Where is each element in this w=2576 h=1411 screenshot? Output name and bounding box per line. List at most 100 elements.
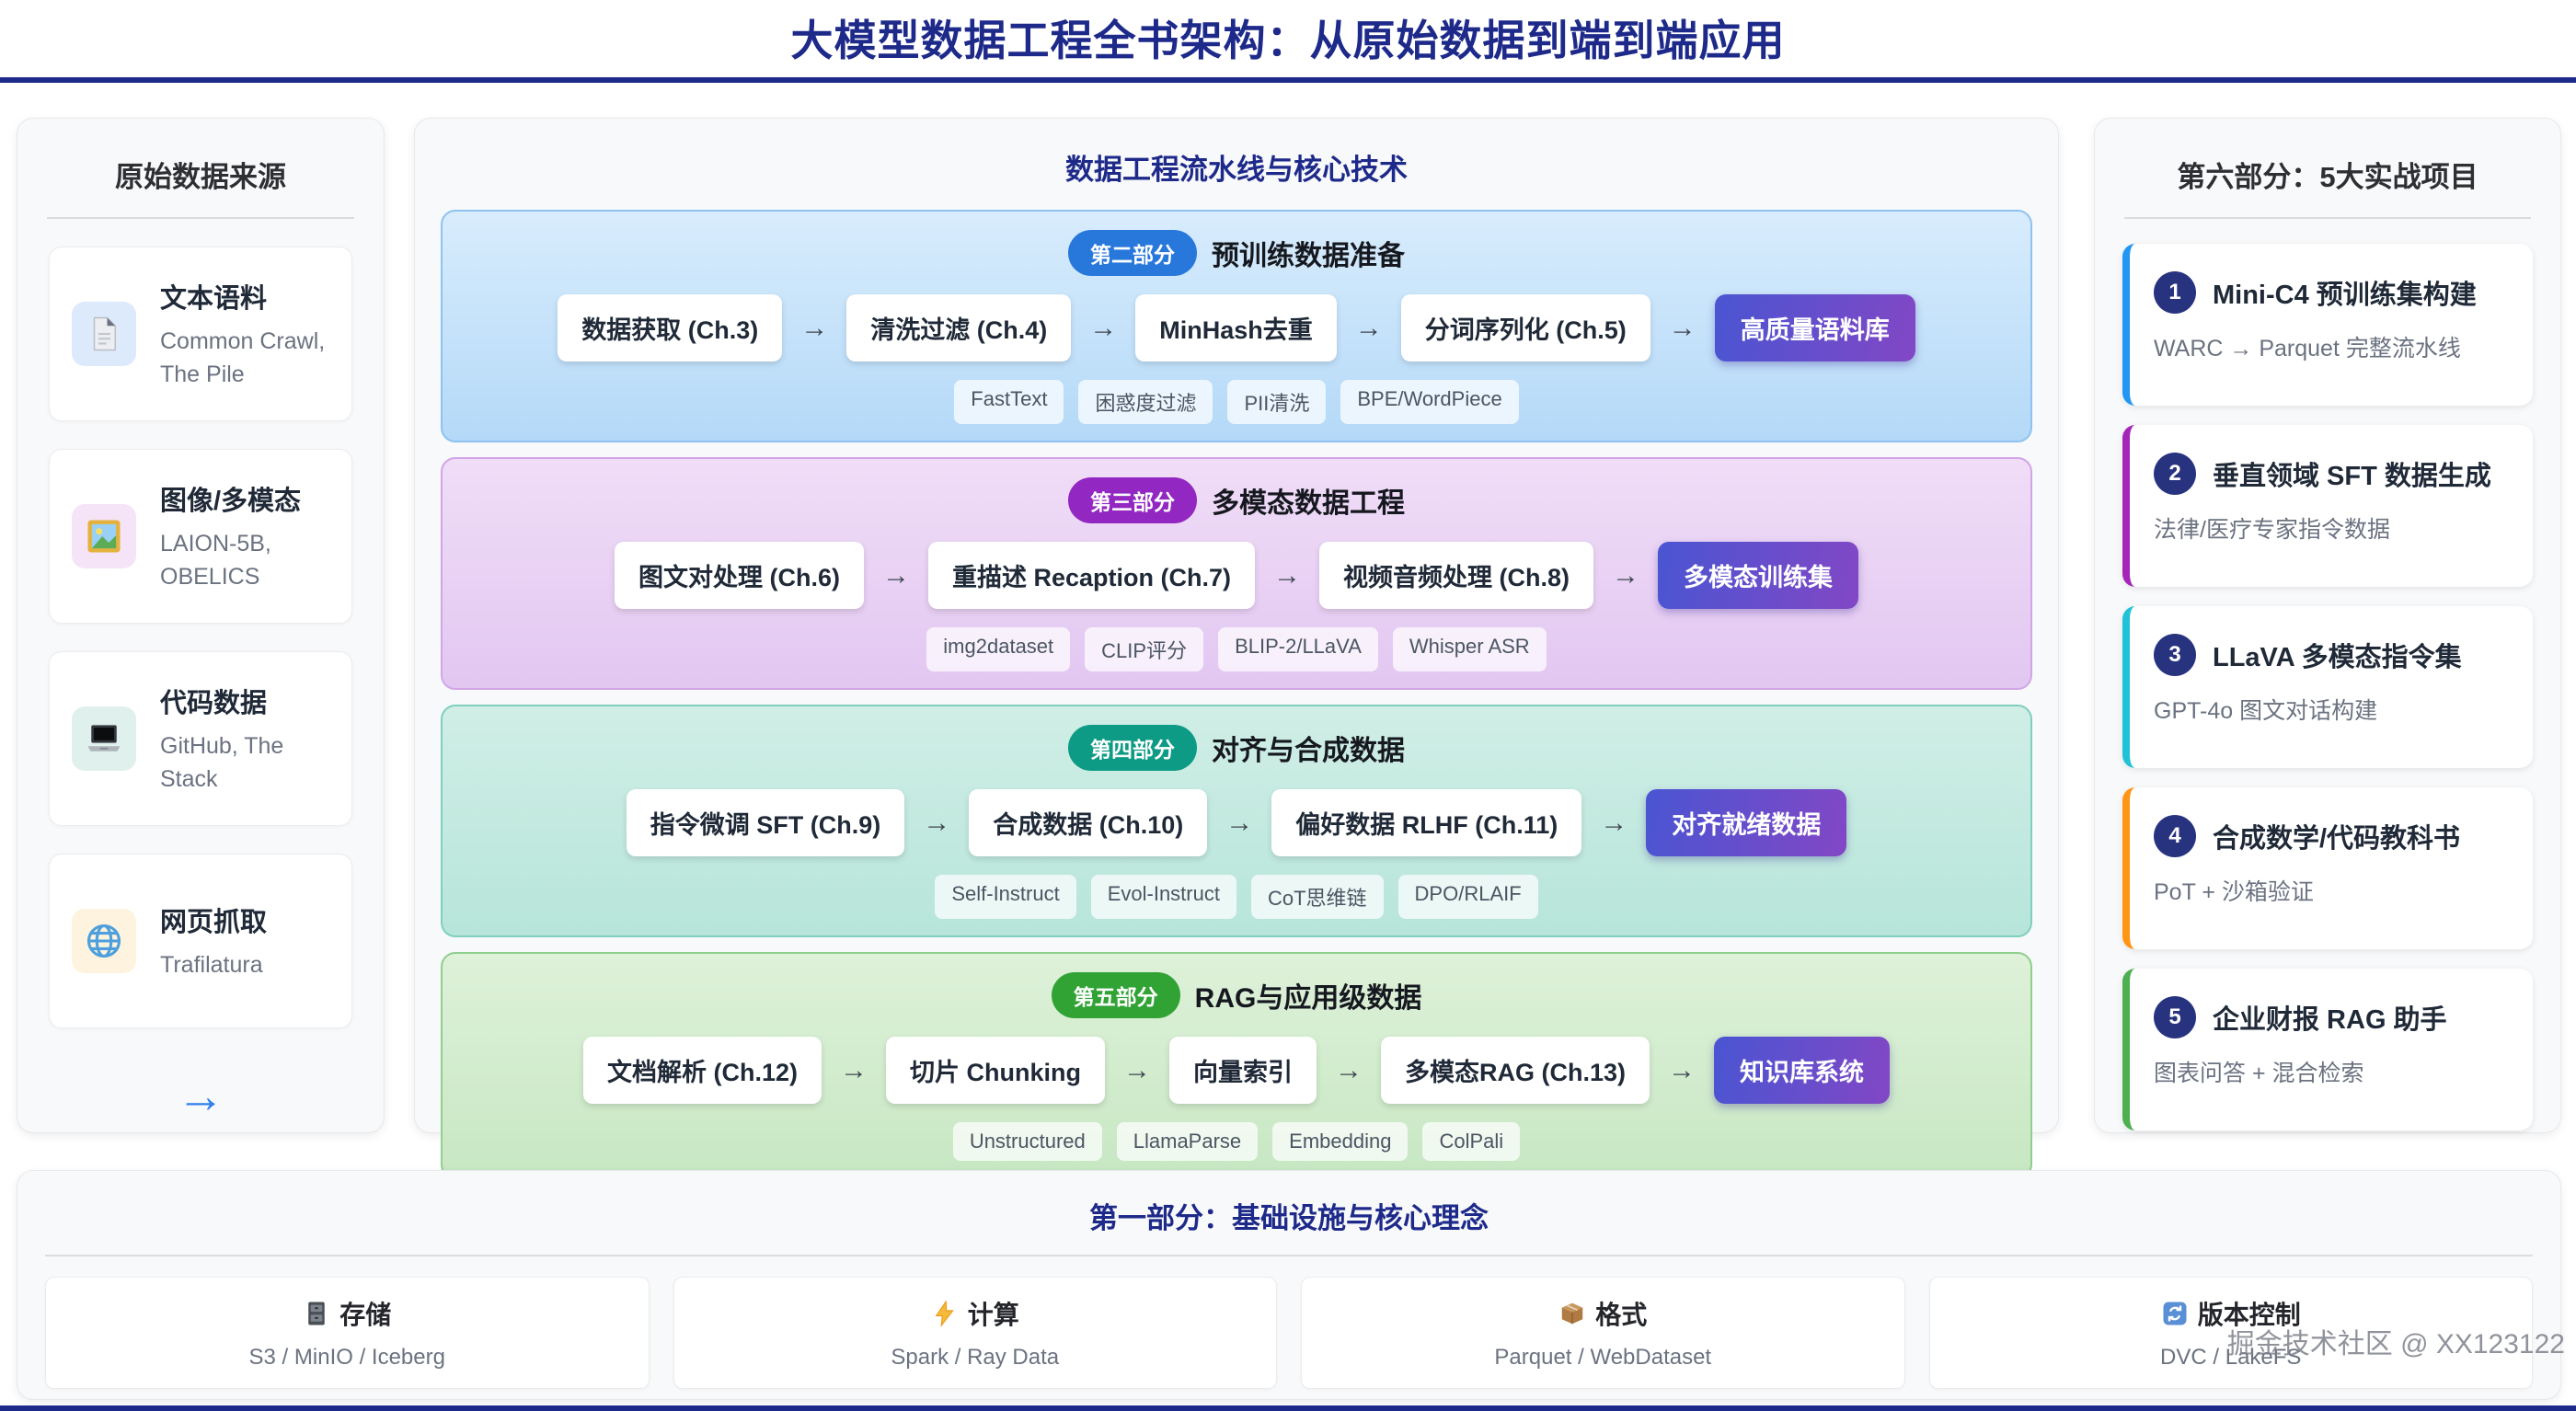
foundation-subtitle: S3 / MinIO / Iceberg [249,1345,445,1371]
project-subtitle: 图表问答 + 混合检索 [2154,1055,2509,1088]
tech-tag: img2dataset [926,627,1070,671]
tech-tag: Whisper ASR [1393,627,1547,671]
pipeline-sections: 第二部分 预训练数据准备 数据获取 (Ch.3) → 清洗过滤 (Ch.4) →… [415,188,2058,1179]
tech-tag: CoT思维链 [1251,875,1384,919]
section-badge-row: 第二部分 预训练数据准备 [452,230,2021,276]
framed-picture-icon [72,504,136,568]
project-title-row: 5 企业财报 RAG 助手 [2154,996,2509,1038]
pipeline-section-pretrain: 第二部分 预训练数据准备 数据获取 (Ch.3) → 清洗过滤 (Ch.4) →… [441,210,2032,442]
tech-tag: BPE/WordPiece [1340,380,1518,424]
project-title: Mini-C4 预训练集构建 [2213,273,2477,312]
lightning-icon [931,1300,959,1327]
source-card-text-corpus: 文本语料 Common Crawl, The Pile [49,247,352,421]
version-control-icon [2161,1300,2189,1327]
section-title: RAG与应用级数据 [1195,975,1422,1015]
project-subtitle: PoT + 沙箱验证 [2154,874,2509,907]
source-text: 网页抓取 Trafilatura [160,901,267,981]
flow-row: 图文对处理 (Ch.6) → 重描述 Recaption (Ch.7) → 视频… [452,542,2021,609]
title-divider [0,77,2576,83]
project-list: 1 Mini-C4 预训练集构建 WARC → Parquet 完整流水线 2 … [2095,219,2560,1130]
arrow-icon: → [800,313,828,344]
source-title: 文本语料 [160,277,329,315]
source-subtitle: Trafilatura [160,948,267,981]
project-title: 合成数学/代码教科书 [2213,817,2460,855]
foundation-panel: 第一部分：基础设施与核心理念 存储 S3 / MinIO / Iceberg 计… [17,1170,2561,1400]
part-badge: 第五部分 [1052,972,1180,1018]
project-card-mini-c4: 1 Mini-C4 预训练集构建 WARC → Parquet 完整流水线 [2122,244,2533,406]
tech-tag: 困惑度过滤 [1078,380,1213,424]
storage-icon [303,1300,330,1327]
page-title: 大模型数据工程全书架构：从原始数据到端到端应用 [0,7,2576,68]
project-title: 垂直领域 SFT 数据生成 [2213,454,2491,493]
arrow-icon: → [882,560,910,591]
section-title: 多模态数据工程 [1212,480,1405,521]
source-text: 图像/多模态 LAION-5B, OBELICS [160,479,329,594]
project-title-row: 4 合成数学/代码教科书 [2154,815,2509,857]
arrow-icon: → [1335,1055,1363,1086]
flow-node: 向量索引 [1169,1037,1317,1104]
flow-node: 数据获取 (Ch.3) [558,294,782,361]
globe-icon [72,909,136,973]
foundation-row: 存储 S3 / MinIO / Iceberg 计算 Spark / Ray D… [17,1256,2560,1389]
project-number-badge: 2 [2154,453,2196,495]
foundation-subtitle: Parquet / WebDataset [1494,1345,1711,1371]
foundation-subtitle: Spark / Ray Data [891,1345,1059,1371]
project-title-row: 1 Mini-C4 预训练集构建 [2154,271,2509,314]
project-card-vertical-sft: 2 垂直领域 SFT 数据生成 法律/医疗专家指令数据 [2122,425,2533,587]
foundation-card-storage: 存储 S3 / MinIO / Iceberg [45,1277,650,1389]
part-badge: 第四部分 [1068,725,1197,771]
flow-node: 切片 Chunking [886,1037,1105,1104]
project-number-badge: 5 [2154,996,2196,1038]
flow-node: 指令微调 SFT (Ch.9) [627,789,905,856]
source-title: 图像/多模态 [160,479,329,518]
flow-result-node: 高质量语料库 [1715,294,1915,361]
flow-node: 图文对处理 (Ch.6) [615,542,864,609]
flow-node: 多模态RAG (Ch.13) [1381,1037,1650,1104]
tech-tag: DPO/RLAIF [1398,875,1538,919]
project-subtitle: 法律/医疗专家指令数据 [2154,511,2509,545]
project-title-row: 3 LLaVA 多模态指令集 [2154,634,2509,676]
tag-row: img2dataset CLIP评分 BLIP-2/LLaVA Whisper … [452,627,2021,671]
source-list: 文本语料 Common Crawl, The Pile 图像/多模态 LAION… [17,219,384,1028]
projects-header: 第六部分：5大实战项目 [2095,119,2560,195]
tech-tag: Unstructured [953,1122,1102,1161]
section-title: 预训练数据准备 [1212,233,1405,273]
flow-node: MinHash去重 [1135,294,1337,361]
flow-result-node: 多模态训练集 [1658,542,1858,609]
part-badge: 第二部分 [1068,230,1197,276]
project-card-synthetic-textbook: 4 合成数学/代码教科书 PoT + 沙箱验证 [2122,787,2533,949]
source-text: 文本语料 Common Crawl, The Pile [160,277,329,392]
foundation-title-row: 计算 [931,1295,1019,1332]
raw-data-sources-panel: 原始数据来源 文本语料 Common Crawl, The Pile 图像/多模… [17,118,385,1133]
pipeline-section-multimodal: 第三部分 多模态数据工程 图文对处理 (Ch.6) → 重描述 Recaptio… [441,457,2032,690]
source-title: 代码数据 [160,682,329,720]
project-number-badge: 4 [2154,815,2196,857]
flow-row: 文档解析 (Ch.12) → 切片 Chunking → 向量索引 → 多模态R… [452,1037,2021,1104]
arrow-icon: → [1668,1055,1696,1086]
tech-tag: CLIP评分 [1085,627,1203,671]
right-arrow-icon: → [17,1069,384,1124]
source-subtitle: LAION-5B, OBELICS [160,527,329,594]
laptop-icon [72,706,136,771]
flow-row: 数据获取 (Ch.3) → 清洗过滤 (Ch.4) → MinHash去重 → … [452,294,2021,361]
foundation-title: 计算 [968,1295,1019,1332]
pipeline-panel: 数据工程流水线与核心技术 第二部分 预训练数据准备 数据获取 (Ch.3) → … [414,118,2059,1133]
tech-tag: PII清洗 [1227,380,1326,424]
left-panel-header: 原始数据来源 [17,119,384,195]
source-card-code-data: 代码数据 GitHub, The Stack [49,651,352,826]
foundation-card-compute: 计算 Spark / Ray Data [673,1277,1278,1389]
pipeline-section-alignment: 第四部分 对齐与合成数据 指令微调 SFT (Ch.9) → 合成数据 (Ch.… [441,705,2032,937]
tech-tag: FastText [954,380,1064,424]
source-text: 代码数据 GitHub, The Stack [160,682,329,797]
flow-node: 偏好数据 RLHF (Ch.11) [1271,789,1581,856]
project-title-row: 2 垂直领域 SFT 数据生成 [2154,453,2509,495]
arrow-icon: → [840,1055,868,1086]
tech-tag: Embedding [1272,1122,1408,1161]
section-badge-row: 第三部分 多模态数据工程 [452,477,2021,523]
project-title: LLaVA 多模态指令集 [2213,636,2462,674]
tech-tag: LlamaParse [1117,1122,1258,1161]
tech-tag: ColPali [1422,1122,1520,1161]
flow-node: 分词序列化 (Ch.5) [1401,294,1650,361]
tech-tag: Self-Instruct [935,875,1075,919]
source-card-image-multimodal: 图像/多模态 LAION-5B, OBELICS [49,449,352,624]
